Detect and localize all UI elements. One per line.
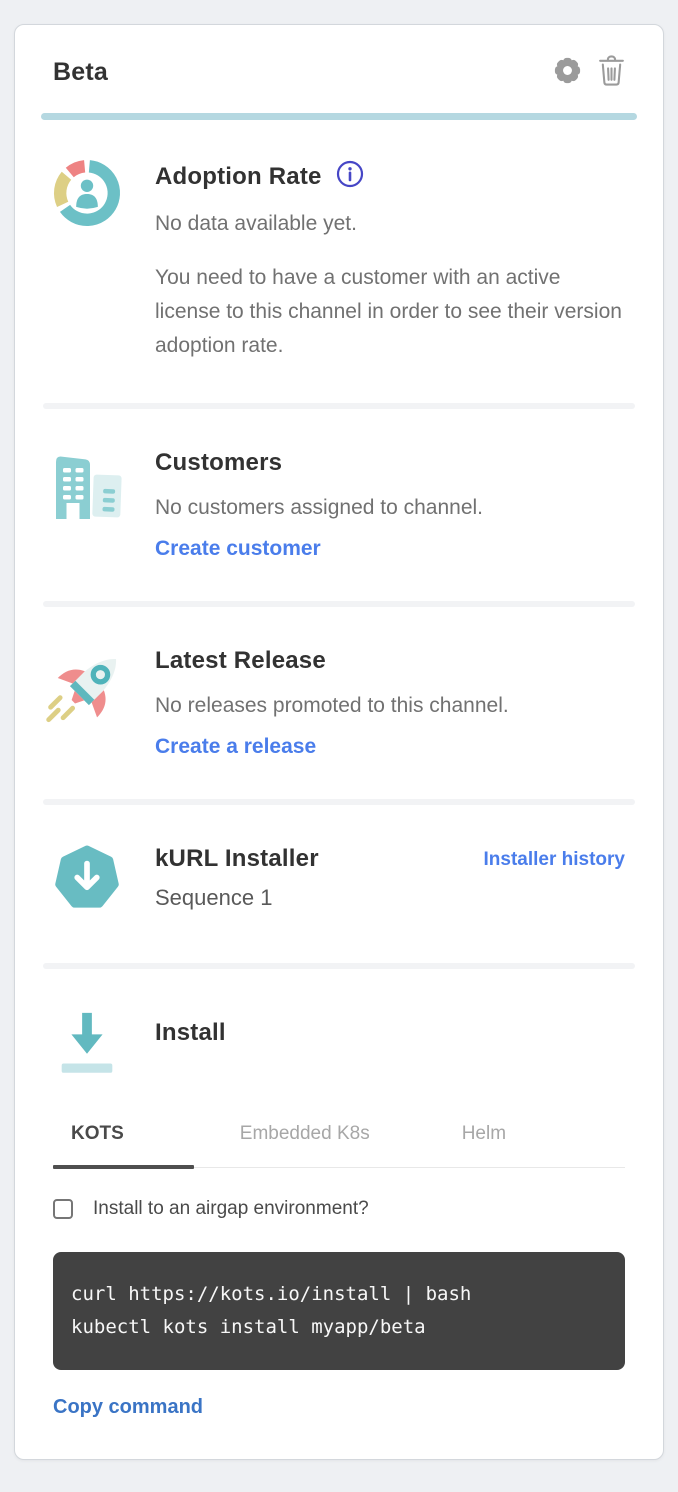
adoption-rate-empty-message: You need to have a customer with an acti… [155, 261, 625, 363]
channel-card: Beta [14, 24, 664, 1460]
copy-command-link[interactable]: Copy command [53, 1396, 203, 1419]
command-line: kubectl kots install myapp/beta [71, 1311, 607, 1344]
install-section-header: Install [53, 969, 625, 1083]
adoption-rate-body: Adoption Rate No data available yet. You… [155, 160, 625, 363]
channel-accent-bar [41, 113, 637, 120]
installer-sequence: Sequence 1 [155, 885, 625, 911]
latest-release-title: Latest Release [155, 647, 625, 675]
tab-helm[interactable]: Helm [416, 1117, 552, 1167]
create-customer-link[interactable]: Create customer [155, 537, 321, 561]
create-release-link[interactable]: Create a release [155, 735, 316, 759]
latest-release-section: Latest Release No releases promoted to t… [53, 607, 625, 799]
customers-section: Customers No customers assigned to chann… [53, 409, 625, 601]
latest-release-empty-message: No releases promoted to this channel. [155, 689, 625, 723]
adoption-rate-empty-title: No data available yet. [155, 207, 625, 241]
install-tabs: KOTS Embedded K8s Helm [53, 1117, 625, 1168]
install-command-block: curl https://kots.io/install | bashkubec… [53, 1252, 625, 1370]
tab-kots[interactable]: KOTS [53, 1117, 194, 1167]
customers-title: Customers [155, 449, 625, 477]
customers-empty-message: No customers assigned to channel. [155, 491, 625, 525]
install-body: Install [155, 1009, 625, 1083]
install-title: Install [155, 1019, 625, 1047]
install-download-icon [53, 1009, 121, 1083]
card-header: Beta [53, 55, 625, 89]
gear-icon [552, 55, 583, 89]
tab-embedded-k8s[interactable]: Embedded K8s [194, 1117, 416, 1167]
channel-title: Beta [53, 58, 108, 87]
kurl-installer-section: kURL Installer Installer history Sequenc… [53, 805, 625, 963]
latest-release-body: Latest Release No releases promoted to t… [155, 647, 625, 759]
info-icon[interactable] [336, 160, 364, 193]
kurl-installer-icon [53, 845, 121, 911]
delete-button[interactable] [598, 55, 625, 89]
command-line: curl https://kots.io/install | bash [71, 1278, 607, 1311]
header-actions [552, 55, 625, 89]
kurl-installer-title: kURL Installer [155, 845, 319, 873]
customers-icon [53, 449, 121, 561]
adoption-rate-section: Adoption Rate No data available yet. You… [53, 120, 625, 403]
kurl-installer-body: kURL Installer Installer history Sequenc… [155, 845, 625, 911]
trash-icon [598, 55, 625, 89]
airgap-option[interactable]: Install to an airgap environment? [53, 1198, 625, 1220]
adoption-rate-title: Adoption Rate [155, 163, 322, 191]
adoption-rate-icon [53, 160, 121, 363]
rocket-icon [53, 647, 121, 759]
settings-button[interactable] [552, 55, 583, 89]
airgap-checkbox[interactable] [53, 1199, 73, 1219]
installer-history-link[interactable]: Installer history [484, 849, 626, 871]
customers-body: Customers No customers assigned to chann… [155, 449, 625, 561]
airgap-label: Install to an airgap environment? [93, 1198, 369, 1220]
